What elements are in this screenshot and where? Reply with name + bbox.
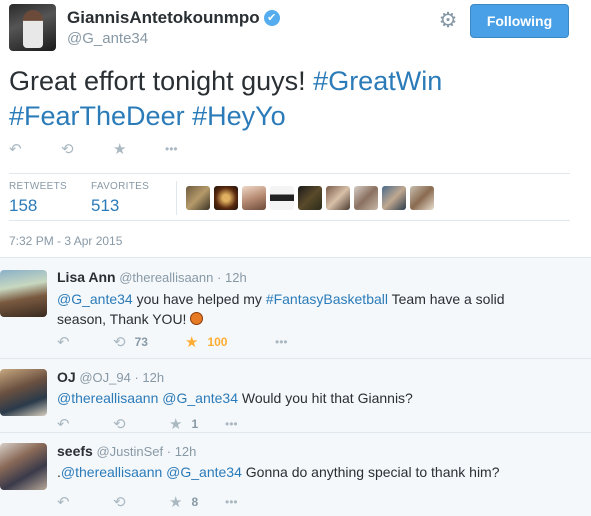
stats-divider <box>176 181 177 215</box>
retweet-icon[interactable]: ⟲ <box>113 493 169 511</box>
reply-handle[interactable]: @JustinSef <box>96 444 163 459</box>
basketball-emoji-icon <box>190 312 204 325</box>
mention-link[interactable]: @thereallisaann <box>57 390 158 406</box>
reply-text-part: Would you hit that Giannis? <box>238 390 413 406</box>
replies-list: Lisa Ann @thereallisaann · 12h @G_ante34… <box>0 257 591 516</box>
favorite-count: 100 <box>207 335 228 349</box>
reply-name[interactable]: seefs <box>57 443 93 459</box>
separator-dot: · <box>134 370 139 385</box>
favorite-icon: ★ <box>169 494 183 511</box>
avatar[interactable] <box>326 186 350 210</box>
hashtag-link[interactable]: #FantasyBasketball <box>266 291 388 307</box>
reply-icon[interactable]: ↶ <box>9 140 61 158</box>
reply-header: seefs @JustinSef · 12h <box>57 443 196 459</box>
avatar[interactable] <box>354 186 378 210</box>
avatar[interactable] <box>214 186 238 210</box>
tweet-actions: ↶ ⟲ ★ ••• <box>9 140 178 158</box>
tweet-text-plain: Great effort tonight guys! <box>9 66 314 96</box>
avatar[interactable] <box>0 369 47 416</box>
mention-link[interactable]: @G_ante34 <box>162 390 238 406</box>
mention-link[interactable]: @thereallisaann <box>61 464 162 480</box>
hashtag-link[interactable]: #HeyYo <box>192 101 286 131</box>
avatar[interactable] <box>186 186 210 210</box>
tweet-header: GiannisAntetokounmpo ✔ @G_ante34 ⚙ Follow… <box>9 4 584 54</box>
reply-text-part: Gonna do anything special to thank him? <box>241 464 500 480</box>
following-button[interactable]: Following <box>470 4 569 38</box>
favorite-count: 1 <box>191 417 199 431</box>
display-name[interactable]: GiannisAntetokounmpo <box>67 8 260 28</box>
retweet-count: 73 <box>134 335 148 349</box>
separator-dot: · <box>217 270 222 285</box>
avatar[interactable] <box>270 186 294 210</box>
user-handle[interactable]: @G_ante34 <box>67 30 280 47</box>
reply-icon[interactable]: ↶ <box>57 333 113 351</box>
favorite-icon: ★ <box>169 416 183 433</box>
reply-text: .@thereallisaann @G_ante34 Gonna do anyt… <box>57 462 557 482</box>
gear-icon[interactable]: ⚙ <box>437 10 459 32</box>
reply-icon[interactable]: ↶ <box>57 493 113 511</box>
reply-text: @thereallisaann @G_ante34 Would you hit … <box>57 388 557 408</box>
reply-item[interactable]: OJ @OJ_94 · 12h @thereallisaann @G_ante3… <box>0 359 591 433</box>
hashtag-link[interactable]: #GreatWin <box>313 66 442 96</box>
favorite-button[interactable]: ★ 1 <box>169 415 225 433</box>
more-icon[interactable]: ••• <box>165 142 178 156</box>
reply-item[interactable]: Lisa Ann @thereallisaann · 12h @G_ante34… <box>0 258 591 359</box>
retweets-count: 158 <box>9 196 38 215</box>
retweet-icon: ⟲ <box>113 334 126 351</box>
reply-time[interactable]: 12h <box>142 370 164 385</box>
mention-link[interactable]: @G_ante34 <box>57 291 133 307</box>
reply-time[interactable]: 12h <box>175 444 197 459</box>
retweet-icon[interactable]: ⟲ <box>113 415 169 433</box>
favorites-label: FAVORITES <box>91 181 150 192</box>
reply-header: OJ @OJ_94 · 12h <box>57 369 164 385</box>
more-icon[interactable]: ••• <box>225 495 238 509</box>
reply-icon[interactable]: ↶ <box>57 415 113 433</box>
avatar[interactable] <box>382 186 406 210</box>
hashtag-link[interactable]: #FearTheDeer <box>9 101 185 131</box>
avatar[interactable] <box>298 186 322 210</box>
reply-text: @G_ante34 you have helped my #FantasyBas… <box>57 289 557 329</box>
favorites-count: 513 <box>91 196 120 215</box>
retweet-icon[interactable]: ⟲ <box>61 140 113 158</box>
mention-link[interactable]: @G_ante34 <box>166 464 242 480</box>
tweet-text: Great effort tonight guys! #GreatWin #Fe… <box>9 64 579 134</box>
retweet-button[interactable]: ⟲ 73 <box>113 333 185 351</box>
avatar[interactable] <box>0 443 47 490</box>
reply-header: Lisa Ann @thereallisaann · 12h <box>57 269 247 285</box>
favorite-count: 8 <box>191 495 199 509</box>
reply-actions: ↶ ⟲ 73 ★ 100 ••• <box>57 333 288 351</box>
avatar[interactable] <box>0 270 47 317</box>
avatar[interactable] <box>242 186 266 210</box>
separator-dot: · <box>166 444 172 459</box>
favorite-icon: ★ <box>185 334 199 351</box>
favorite-button[interactable]: ★ 8 <box>169 493 225 511</box>
tweet-timestamp[interactable]: 7:32 PM - 3 Apr 2015 <box>9 234 122 248</box>
verified-badge-icon: ✔ <box>263 10 280 26</box>
more-icon[interactable]: ••• <box>225 417 238 431</box>
avatar[interactable] <box>410 186 434 210</box>
reply-handle[interactable]: @thereallisaann <box>119 270 213 285</box>
reply-actions: ↶ ⟲ ★ 8 ••• <box>57 493 238 511</box>
reply-name[interactable]: Lisa Ann <box>57 269 116 285</box>
reply-item[interactable]: seefs @JustinSef · 12h .@thereallisaann … <box>0 433 591 516</box>
retweets-label: RETWEETS <box>9 181 67 192</box>
retweets-stat[interactable]: RETWEETS 158 <box>9 181 67 216</box>
reply-time[interactable]: 12h <box>225 270 247 285</box>
favorite-button[interactable]: ★ 100 <box>185 333 275 351</box>
avatar[interactable] <box>9 4 56 51</box>
reply-actions: ↶ ⟲ ★ 1 ••• <box>57 415 238 433</box>
more-icon[interactable]: ••• <box>275 335 288 349</box>
favorite-icon[interactable]: ★ <box>113 140 165 158</box>
favorites-stat[interactable]: FAVORITES 513 <box>91 181 149 216</box>
reply-text-part: you have helped my <box>132 291 266 307</box>
reply-name[interactable]: OJ <box>57 369 76 385</box>
favoriters-avatars <box>186 186 434 210</box>
tweet-stats: RETWEETS 158 FAVORITES 513 <box>9 173 570 221</box>
reply-handle[interactable]: @OJ_94 <box>79 370 131 385</box>
user-block: GiannisAntetokounmpo ✔ @G_ante34 <box>67 8 280 47</box>
